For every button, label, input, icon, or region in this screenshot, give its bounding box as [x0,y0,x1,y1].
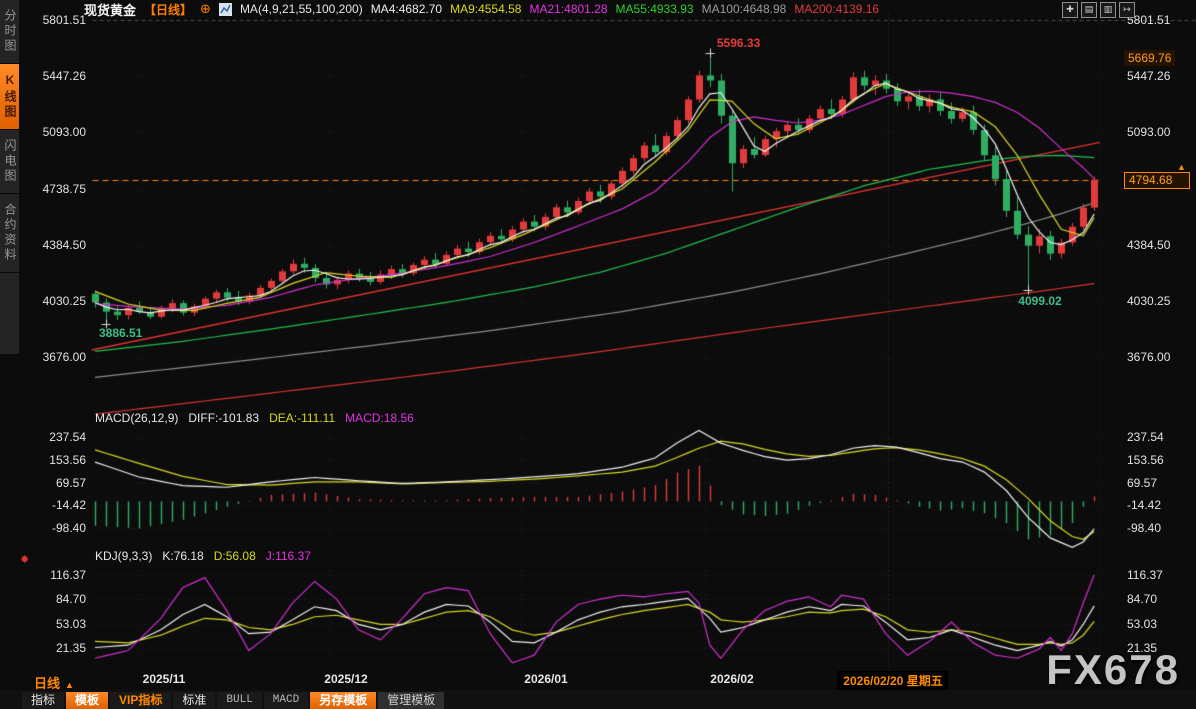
price-chart-canvas[interactable] [0,0,1196,709]
y-axis-tick-left: 4384.50 [20,238,86,252]
left-low-price-label: 3886.51 [99,326,142,340]
y-axis-tick-right: 5447.26 [1127,69,1170,83]
chart-tool-icons: ✚▤▥↦ [1062,2,1135,18]
sidebar-item-kline-chart[interactable]: K线图 [0,64,19,130]
trough-price-label: 4099.02 [1018,294,1061,308]
kline-mini-icon[interactable] [219,3,232,16]
chart-header: 现货黄金 【日线】 ⊕ MA(4,9,21,55,100,200) MA4:46… [84,1,879,17]
ma21-readout: MA21:4801.28 [529,2,607,16]
ma9-readout: MA9:4554.58 [450,2,521,16]
macd-dea-readout: DEA:-111.11 [269,411,335,425]
toolbar-tab-indicators[interactable]: 指标 [22,692,64,709]
bottom-toolbar: 指标模板VIP指标标准BULLMACD另存模板管理模板 [22,691,444,709]
macd-diff-readout: DIFF:-101.83 [188,411,259,425]
indicator-settings-icon[interactable]: ✸ [20,553,29,566]
alert-price-label: 5669.76 [1124,50,1175,66]
kdj-title: KDJ(9,3,3) [95,549,152,563]
toolbar-tab-bull[interactable]: BULL [217,692,261,709]
toolbar-tab-save-template[interactable]: 另存模板 [310,692,376,709]
scroll-right-icon[interactable]: ↦ [1119,2,1135,18]
trading-terminal: 分时图 K线图 闪电图 合约资料 现货黄金 【日线】 ⊕ MA(4,9,21,5… [0,0,1196,709]
period-tag: 【日线】 [144,1,192,18]
kdj-axis-tick-right: 53.03 [1127,617,1157,631]
macd-axis-tick-left: 69.57 [20,476,86,490]
ma100-readout: MA100:4648.98 [702,2,787,16]
pan-tool-icon[interactable]: ✚ [1062,2,1078,18]
y-axis-tick-left: 4030.25 [20,294,86,308]
price-alert-icon[interactable]: ⊕ [200,1,211,17]
y-axis-tick-left: 5093.00 [20,125,86,139]
sidebar-item-lightning-chart[interactable]: 闪电图 [0,130,19,194]
y-axis-tick-left: 4738.75 [20,182,86,196]
y-axis-tick-right: 4384.50 [1127,238,1170,252]
x-axis-date-label: 2026/02 [710,672,753,686]
x-axis-scale-icon[interactable]: ▤ [1081,2,1097,18]
y-axis-tick-right: 3676.00 [1127,350,1170,364]
symbol-name: 现货黄金 [84,0,136,19]
toolbar-tab-macd[interactable]: MACD [264,692,308,709]
ma200-readout: MA200:4139.16 [794,2,879,16]
macd-axis-tick-left: 237.54 [20,430,86,444]
kdj-d-readout: D:56.08 [214,549,256,563]
sidebar-item-contract-info[interactable]: 合约资料 [0,194,19,273]
toolbar-tab-standard[interactable]: 标准 [173,692,215,709]
macd-axis-tick-left: 153.56 [20,453,86,467]
current-price-label: 4794.68 [1124,172,1190,189]
kdj-header: KDJ(9,3,3) K:76.18 D:56.08 J:116.37 [95,549,311,563]
y-axis-tick-right: 5093.00 [1127,125,1170,139]
kdj-j-readout: J:116.37 [266,549,311,563]
macd-title: MACD(26,12,9) [95,411,178,425]
macd-axis-tick-left: -14.42 [20,498,86,512]
x-axis-date-label: 2025/12 [324,672,367,686]
kdj-axis-tick-left: 53.03 [20,617,86,631]
macd-header: MACD(26,12,9) DIFF:-101.83 DEA:-111.11 M… [95,411,414,425]
kdj-axis-tick-left: 116.37 [20,568,86,582]
left-sidebar: 分时图 K线图 闪电图 合约资料 [0,0,19,354]
toolbar-tab-manage-template[interactable]: 管理模板 [378,692,444,709]
macd-axis-tick-right: -98.40 [1127,521,1161,535]
y-axis-tick-left: 3676.00 [20,350,86,364]
y-axis-tick-left: 5801.51 [20,13,86,27]
kdj-axis-tick-left: 21.35 [20,641,86,655]
kdj-axis-tick-right: 84.70 [1127,592,1157,606]
x-axis-date-label: 2025/11 [143,672,186,686]
macd-axis-tick-right: 153.56 [1127,453,1164,467]
x-axis-crosshair-date: 2026/02/20 星期五 [837,671,948,690]
y-axis-tick-left: 5447.26 [20,69,86,83]
macd-axis-tick-right: 237.54 [1127,430,1164,444]
chevron-up-icon: ▲ [65,680,74,690]
macd-axis-tick-left: -98.40 [20,521,86,535]
watermark: FX678 [1046,646,1180,694]
ma-params-label: MA(4,9,21,55,100,200) [240,2,363,16]
macd-axis-tick-right: -14.42 [1127,498,1161,512]
y-axis-tick-right: 4030.25 [1127,294,1170,308]
kdj-axis-tick-left: 84.70 [20,592,86,606]
macd-hist-readout: MACD:18.56 [345,411,414,425]
period-selector[interactable]: 日线 ▲ [34,673,74,692]
sidebar-item-timeshare-chart[interactable]: 分时图 [0,0,19,64]
peak-price-label: 5596.33 [717,36,760,50]
ma55-readout: MA55:4933.93 [616,2,694,16]
kdj-axis-tick-right: 116.37 [1127,568,1163,582]
ma4-readout: MA4:4682.70 [371,2,442,16]
period-selector-label: 日线 [34,676,60,691]
toolbar-tab-template[interactable]: 模板 [66,692,108,709]
toolbar-tab-vip-indicators[interactable]: VIP指标 [110,692,171,709]
macd-axis-tick-right: 69.57 [1127,476,1157,490]
kdj-k-readout: K:76.18 [162,549,203,563]
price-up-arrow-icon: ▲ [1177,162,1186,172]
x-axis-date-label: 2026/01 [524,672,567,686]
y-axis-scale-icon[interactable]: ▥ [1100,2,1116,18]
